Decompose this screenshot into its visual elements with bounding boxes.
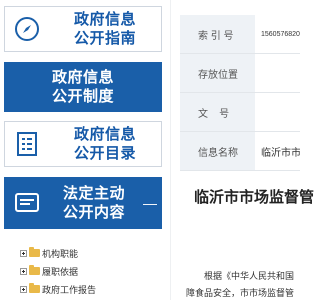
collapse-toggle[interactable]: —	[139, 195, 161, 211]
folder-icon	[29, 265, 40, 275]
nav-item-catalog[interactable]: 政府信息 公开目录	[4, 121, 162, 167]
info-label: 索 引 号	[180, 15, 255, 53]
nav-item-guide-label: 政府信息 公开指南	[49, 10, 161, 48]
document-icon	[5, 178, 49, 228]
info-table: 索 引 号 15605768201 存放位置 文 号 信息名称 临沂市市	[180, 15, 300, 171]
nav-system-line2: 公开制度	[51, 88, 114, 105]
info-label: 存放位置	[180, 54, 255, 92]
list-icon	[5, 122, 49, 166]
nav-item-content-label: 法定主动 公开内容	[49, 184, 139, 222]
info-value: 15605768201	[261, 30, 300, 38]
info-row-location: 存放位置	[180, 54, 300, 93]
folder-icon	[29, 283, 40, 293]
para-line-2: 障食品安全，市市场监督管	[186, 288, 295, 298]
content-tree: 机构职能 履职依据 政府工作报告	[20, 244, 160, 298]
nav-guide-line1: 政府信息	[73, 11, 136, 28]
nav-catalog-line2: 公开目录	[73, 145, 136, 162]
tree-item[interactable]: 政府工作报告	[20, 280, 160, 298]
nav-catalog-line1: 政府信息	[73, 126, 136, 143]
expand-icon[interactable]	[20, 267, 27, 275]
nav-guide-line2: 公开指南	[73, 30, 136, 47]
info-row-name: 信息名称 临沂市市	[180, 132, 300, 171]
nav-content-line2: 公开内容	[62, 204, 125, 221]
info-label: 信息名称	[180, 132, 255, 170]
column-divider	[170, 0, 171, 300]
nav-content-line1: 法定主动	[62, 185, 125, 202]
folder-icon	[29, 247, 40, 257]
tree-item-label: 政府工作报告	[42, 284, 97, 295]
nav-item-guide[interactable]: 政府信息 公开指南	[4, 6, 162, 52]
info-value: 临沂市市	[261, 147, 300, 159]
tree-item-label: 履职依据	[42, 266, 79, 277]
compass-icon	[5, 7, 49, 51]
tree-item[interactable]: 机构职能	[20, 244, 160, 262]
info-label: 文 号	[180, 93, 255, 131]
nav-item-catalog-label: 政府信息 公开目录	[49, 125, 161, 163]
tree-item-label: 机构职能	[42, 248, 79, 259]
nav-item-system-label: 政府信息 公开制度	[5, 68, 161, 106]
expand-icon[interactable]	[20, 249, 27, 257]
info-row-docno: 文 号	[180, 93, 300, 132]
nav-system-line1: 政府信息	[51, 69, 114, 86]
expand-icon[interactable]	[20, 285, 27, 293]
left-nav: 政府信息 公开指南 政府信息 公开制度 政府信息 公开目录 法定主动 公开内容 …	[0, 0, 162, 300]
para-line-1: 根据《中华人民共和国	[204, 271, 295, 281]
article-title: 临沂市市场监督管	[194, 189, 315, 206]
tree-item[interactable]: 履职依据	[20, 262, 160, 280]
info-row-index: 索 引 号 15605768201	[180, 15, 300, 54]
nav-item-content[interactable]: 法定主动 公开内容 —	[4, 177, 162, 229]
nav-item-system[interactable]: 政府信息 公开制度	[4, 62, 162, 112]
article-paragraph: 根据《中华人民共和国 障食品安全，市市场监督管	[186, 268, 295, 302]
